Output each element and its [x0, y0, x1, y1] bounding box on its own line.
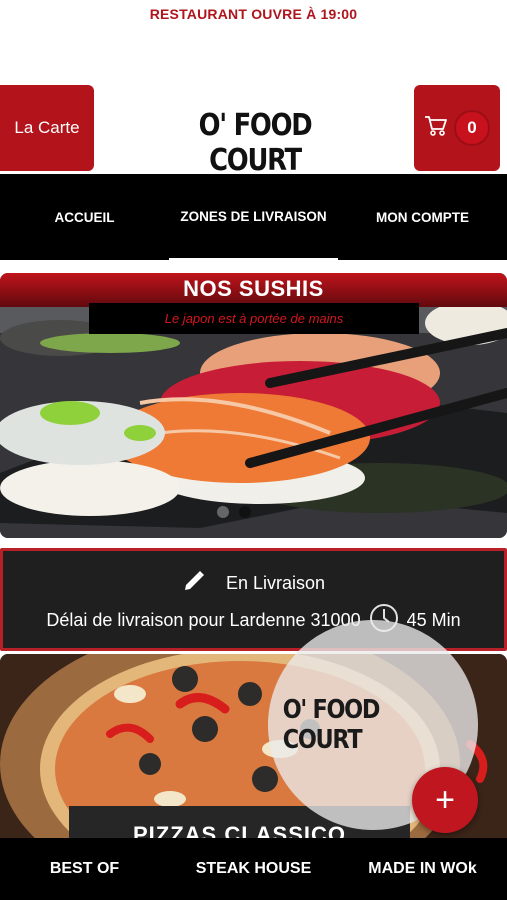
delivery-delay-text: Délai de livraison pour Lardenne 31000 — [46, 610, 361, 630]
bottom-nav-best-of[interactable]: BEST OF — [0, 838, 169, 900]
bottom-nav-steak-house[interactable]: STEAK HOUSE — [169, 838, 338, 900]
cart-count-badge: 0 — [454, 110, 490, 146]
main-nav: ACCUEIL ZONES DE LIVRAISON MON COMPTE — [0, 174, 507, 260]
delivery-mode-label: En Livraison — [225, 573, 326, 593]
carousel-dots — [217, 506, 251, 518]
cart-icon — [424, 115, 448, 142]
plus-icon: + — [435, 780, 455, 819]
hero-title: NOS SUSHIS — [183, 276, 324, 301]
la-carte-button[interactable]: La Carte — [0, 85, 94, 171]
hero-carousel[interactable]: NOS SUSHIS Le japon est à portée de main… — [0, 273, 507, 538]
add-button[interactable]: + — [412, 767, 478, 833]
bottom-category-nav: BEST OF STEAK HOUSE MADE IN WOk — [0, 838, 507, 900]
carousel-dot[interactable] — [217, 506, 229, 518]
nav-item-mon-compte[interactable]: MON COMPTE — [338, 174, 507, 260]
la-carte-label: La Carte — [14, 118, 80, 137]
delivery-info-panel[interactable]: En Livraison Délai de livraison pour Lar… — [0, 548, 507, 651]
cart-button[interactable]: 0 — [414, 85, 500, 171]
badge-logo-text: O' FOOD COURT — [282, 695, 381, 755]
carousel-dot-active[interactable] — [239, 506, 251, 518]
app-screen: RESTAURANT OUVRE À 19:00 La Carte O' FOO… — [0, 0, 507, 900]
restaurant-status-banner: RESTAURANT OUVRE À 19:00 — [149, 6, 358, 22]
nav-item-accueil[interactable]: ACCUEIL — [0, 174, 169, 260]
hero-subtitle: Le japon est à portée de mains — [164, 311, 344, 326]
nav-item-zones-de-livraison[interactable]: ZONES DE LIVRAISON — [169, 174, 338, 260]
brand-logo[interactable]: O' FOOD COURT — [173, 108, 336, 178]
bottom-nav-made-in-wok[interactable]: MADE IN WOk — [338, 838, 507, 900]
pencil-icon[interactable] — [182, 569, 206, 598]
hero-subtitle-box: Le japon est à portée de mains — [89, 303, 419, 334]
